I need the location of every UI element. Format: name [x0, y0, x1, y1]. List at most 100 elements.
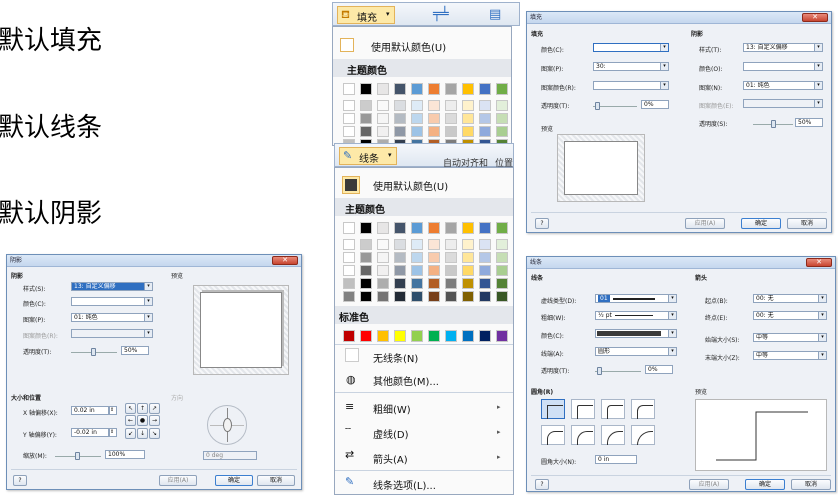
- color-swatch[interactable]: [462, 252, 474, 263]
- weight-item[interactable]: 粗细(W): [373, 401, 411, 416]
- offset-down-left-button[interactable]: ↙: [125, 427, 136, 439]
- color-swatch[interactable]: [343, 265, 355, 276]
- cancel-button[interactable]: 取消: [787, 218, 827, 229]
- color-swatch[interactable]: [411, 126, 423, 137]
- ok-button[interactable]: 确定: [745, 479, 785, 490]
- no-line-item[interactable]: 无线条(N): [373, 350, 418, 365]
- color-swatch[interactable]: [343, 291, 355, 302]
- color-swatch[interactable]: [496, 252, 508, 263]
- standard-color-swatch[interactable]: [445, 330, 457, 342]
- weight-select[interactable]: ½ pt ▾: [595, 311, 677, 320]
- color-swatch[interactable]: [360, 265, 372, 276]
- color-swatch[interactable]: [428, 222, 440, 234]
- default-color-swatch[interactable]: [340, 38, 354, 52]
- color-swatch[interactable]: [445, 239, 457, 250]
- color-swatch[interactable]: [411, 222, 423, 234]
- color-swatch[interactable]: [377, 126, 389, 137]
- color-swatch[interactable]: [343, 222, 355, 234]
- color-swatch[interactable]: [394, 126, 406, 137]
- color-swatch[interactable]: [360, 113, 372, 124]
- color-swatch[interactable]: [479, 278, 491, 289]
- color-swatch[interactable]: [445, 278, 457, 289]
- color-swatch[interactable]: [428, 252, 440, 263]
- color-swatch[interactable]: [445, 265, 457, 276]
- corner-style-option[interactable]: [541, 399, 565, 419]
- color-swatch[interactable]: [377, 291, 389, 302]
- cancel-button[interactable]: 取消: [791, 479, 831, 490]
- shadow-pattern-color-select[interactable]: ▾: [743, 99, 823, 108]
- shadow-transparency-slider-knob[interactable]: [771, 120, 776, 128]
- color-swatch[interactable]: [394, 265, 406, 276]
- ok-button[interactable]: 确定: [741, 218, 781, 229]
- color-swatch[interactable]: [360, 100, 372, 111]
- color-swatch[interactable]: [462, 126, 474, 137]
- transparency-input[interactable]: 50%: [121, 346, 149, 355]
- default-color-swatch[interactable]: [342, 176, 360, 194]
- color-swatch[interactable]: [428, 239, 440, 250]
- offset-right-button[interactable]: →: [149, 415, 160, 427]
- color-swatch[interactable]: [462, 222, 474, 234]
- corner-style-option[interactable]: [631, 399, 655, 419]
- offset-down-right-button[interactable]: ↘: [149, 427, 160, 439]
- corner-style-option[interactable]: [571, 425, 595, 445]
- offset-center-button[interactable]: ●: [137, 415, 148, 427]
- color-swatch[interactable]: [479, 113, 491, 124]
- color-swatch[interactable]: [428, 100, 440, 111]
- color-swatch[interactable]: [479, 222, 491, 234]
- color-swatch[interactable]: [428, 291, 440, 302]
- standard-color-swatch[interactable]: [343, 330, 355, 342]
- color-swatch[interactable]: [377, 113, 389, 124]
- color-swatch[interactable]: [343, 126, 355, 137]
- pattern-select[interactable]: 30: ▾: [593, 62, 669, 71]
- transparency-slider-knob[interactable]: [91, 348, 96, 356]
- color-swatch[interactable]: [479, 265, 491, 276]
- offset-up-button[interactable]: ↑: [137, 403, 148, 414]
- color-swatch[interactable]: [428, 113, 440, 124]
- use-default-color-item[interactable]: 使用默认颜色(U): [373, 178, 448, 193]
- scale-input[interactable]: 100%: [105, 450, 145, 459]
- color-swatch[interactable]: [462, 100, 474, 111]
- pattern-color-select[interactable]: ▾: [71, 329, 153, 338]
- transparency-slider-knob[interactable]: [597, 367, 602, 375]
- corner-size-input[interactable]: 0 in: [595, 455, 637, 464]
- corner-style-option[interactable]: [631, 425, 655, 445]
- color-swatch[interactable]: [445, 252, 457, 263]
- color-swatch[interactable]: [496, 100, 508, 111]
- color-swatch[interactable]: [343, 113, 355, 124]
- x-offset-input[interactable]: 0.02 in: [71, 406, 109, 415]
- arrows-item[interactable]: 箭头(A): [373, 451, 408, 466]
- color-swatch[interactable]: [343, 239, 355, 250]
- scale-slider-knob[interactable]: [75, 452, 80, 460]
- shadow-color-select[interactable]: ▾: [743, 62, 823, 71]
- color-swatch[interactable]: [496, 239, 508, 250]
- color-swatch[interactable]: [377, 222, 389, 234]
- dash-type-select[interactable]: 01 ▾: [595, 294, 677, 303]
- close-button[interactable]: ✕: [802, 13, 828, 22]
- style-select[interactable]: 13: 自定义偏移 ▾: [743, 43, 823, 52]
- standard-color-swatch[interactable]: [428, 330, 440, 342]
- dashes-item[interactable]: 虚线(D): [373, 426, 409, 441]
- color-swatch[interactable]: [479, 100, 491, 111]
- color-select[interactable]: ▾: [593, 43, 669, 52]
- offset-up-right-button[interactable]: ↗: [149, 403, 160, 414]
- corner-style-option[interactable]: [601, 399, 625, 419]
- color-swatch[interactable]: [394, 100, 406, 111]
- begin-size-select[interactable]: 中等 ▾: [753, 333, 827, 342]
- color-swatch[interactable]: [377, 278, 389, 289]
- begin-select[interactable]: 00: 无 ▾: [753, 294, 827, 303]
- end-size-select[interactable]: 中等 ▾: [753, 351, 827, 360]
- color-select[interactable]: ▾: [595, 329, 677, 338]
- shadow-pattern-select[interactable]: 01: 纯色 ▾: [743, 81, 823, 90]
- color-swatch[interactable]: [462, 83, 474, 95]
- transparency-input[interactable]: 0%: [641, 100, 669, 109]
- ok-button[interactable]: 确定: [215, 475, 253, 486]
- color-swatch[interactable]: [428, 83, 440, 95]
- color-swatch[interactable]: [445, 83, 457, 95]
- color-swatch[interactable]: [343, 100, 355, 111]
- standard-color-swatch[interactable]: [377, 330, 389, 342]
- end-select[interactable]: 00: 无 ▾: [753, 311, 827, 320]
- pattern-select[interactable]: 01: 纯色 ▾: [71, 313, 153, 322]
- color-swatch[interactable]: [462, 265, 474, 276]
- color-swatch[interactable]: [377, 100, 389, 111]
- color-swatch[interactable]: [445, 126, 457, 137]
